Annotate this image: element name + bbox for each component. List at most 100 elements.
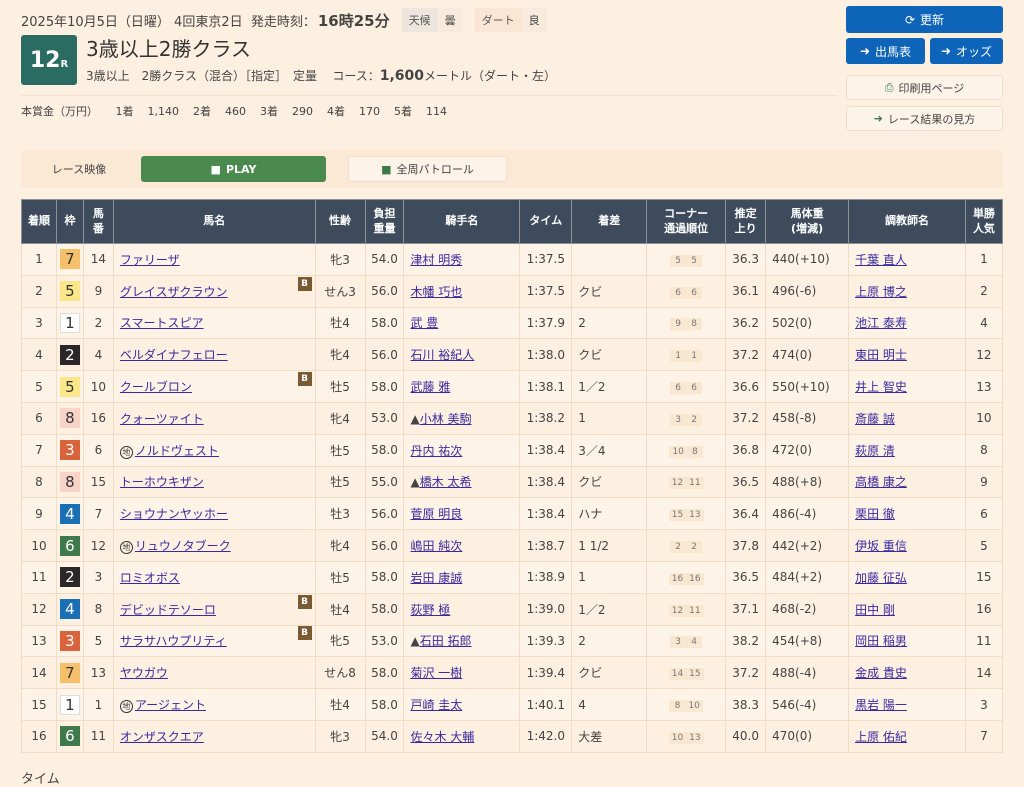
jockey-link[interactable]: 丹内 祐次 <box>410 444 462 458</box>
odds-label: オッズ <box>956 44 993 59</box>
jockey-link[interactable]: 荻野 極 <box>410 603 450 617</box>
jockey-link[interactable]: 津村 明秀 <box>410 253 462 267</box>
horse-name-cell: スマートスピア <box>112 306 316 340</box>
trainer-link[interactable]: 上原 博之 <box>855 285 907 299</box>
sex-age: せん8 <box>314 656 366 690</box>
trainer-link[interactable]: 萩原 清 <box>855 444 895 458</box>
trainer-link[interactable]: 加藤 征弘 <box>855 571 907 585</box>
trainer-cell: 金成 貴史 <box>848 656 966 690</box>
horse-name-link[interactable]: ノルドヴェスト <box>135 444 219 458</box>
horse-name-link[interactable]: スマートスピア <box>120 316 204 330</box>
odds-button[interactable]: ➜ オッズ <box>930 38 1003 64</box>
horse-name-link[interactable]: リュウノタブーク <box>135 539 231 553</box>
jockey-link[interactable]: 菊沢 一樹 <box>410 666 462 680</box>
margin: 1／2 <box>571 592 648 626</box>
column-header-label: 性齢 <box>329 214 352 228</box>
jockey-link[interactable]: 佐々木 大輔 <box>410 730 474 744</box>
horse-name-link[interactable]: アージェント <box>135 698 206 712</box>
trainer-link[interactable]: 千葉 直人 <box>855 253 907 267</box>
waku-badge: 2 <box>59 567 80 588</box>
body-weight: 474(0) <box>765 338 850 372</box>
blinker-badge: B <box>297 276 312 291</box>
trainer-link[interactable]: 東田 明士 <box>855 348 907 362</box>
horse-name-link[interactable]: ロミオボス <box>120 571 180 585</box>
weight-carried: 58.0 <box>364 370 405 403</box>
printer-icon: ⎙ <box>884 80 894 94</box>
last-3f: 38.3 <box>725 688 767 721</box>
body-weight: 502(0) <box>765 306 850 340</box>
patrol-button[interactable]: ■ 全周パトロール <box>348 156 507 182</box>
waku-cell: 1 <box>55 306 84 340</box>
corner-position: 2 <box>686 541 703 554</box>
refresh-button[interactable]: ⟳ 更新 <box>846 6 1003 33</box>
horse-name-link[interactable]: ショウナンヤッホー <box>120 507 228 521</box>
horse-name-link[interactable]: ファリーザ <box>120 253 180 267</box>
weight-carried: 58.0 <box>364 560 405 594</box>
trainer-link[interactable]: 岡田 稲男 <box>855 634 907 648</box>
horse-name-link[interactable]: グレイスザクラウン <box>120 285 228 299</box>
waku-badge: 3 <box>59 630 80 651</box>
play-button[interactable]: ■ PLAY <box>141 156 326 182</box>
trainer-cell: 栗田 徹 <box>848 497 966 531</box>
jockey-cell: ▲橋木 太希 <box>403 465 521 499</box>
jockey-link[interactable]: 石田 拓郎 <box>420 634 472 648</box>
horse-name-cell: 地ノルドヴェスト <box>112 433 316 467</box>
corner-positions: 66 <box>646 370 727 403</box>
horse-name-cell: ベルダイナフェロー <box>112 338 316 372</box>
trainer-link[interactable]: 池江 泰寿 <box>855 316 907 330</box>
start-label: 発走時刻： <box>250 14 316 30</box>
jockey-link[interactable]: 木幡 巧也 <box>410 285 462 299</box>
horse-name-link[interactable]: クォーツァイト <box>120 412 204 426</box>
sex-age: せん3 <box>314 274 366 308</box>
howto-button[interactable]: ➜ レース結果の見方 <box>846 106 1003 131</box>
local-horse-icon: 地 <box>119 445 133 459</box>
trainer-link[interactable]: 井上 智史 <box>855 380 907 394</box>
race-number-badge: 12 R <box>21 35 77 85</box>
trainer-link[interactable]: 栗田 徹 <box>855 507 895 521</box>
jockey-link[interactable]: 石川 裕紀人 <box>410 348 474 362</box>
horse-name-link[interactable]: オンザスクエア <box>120 730 204 744</box>
jockey-link[interactable]: 嶋田 純次 <box>410 539 462 553</box>
jockey-link[interactable]: 岩田 康誠 <box>410 571 462 585</box>
corner-positions: 10 8 <box>646 433 727 467</box>
horse-name-link[interactable]: デビッドテソーロ <box>120 603 216 617</box>
sex-age: 牡5 <box>314 560 366 594</box>
prize-place: 3着 <box>260 105 278 118</box>
trainer-cell: 加藤 征弘 <box>848 560 966 594</box>
margin <box>571 243 648 276</box>
trainer-link[interactable]: 高橋 康之 <box>855 475 907 489</box>
trainer-link[interactable]: 上原 佑紀 <box>855 730 907 744</box>
horse-name-link[interactable]: クールブロン <box>120 380 192 394</box>
print-button[interactable]: ⎙ 印刷用ページ <box>846 75 1003 100</box>
horse-name-link[interactable]: ヤウガウ <box>120 666 168 680</box>
corner-position: 2 <box>670 541 687 554</box>
horse-name-link[interactable]: ベルダイナフェロー <box>120 348 228 362</box>
corner-position: 10 <box>685 700 703 713</box>
trainer-link[interactable]: 金成 貴史 <box>855 666 907 680</box>
last-3f: 40.0 <box>725 719 767 753</box>
trainer-link[interactable]: 斎藤 誠 <box>855 412 895 426</box>
jockey-link[interactable]: 小林 美駒 <box>420 412 472 426</box>
jockey-link[interactable]: 戸崎 圭太 <box>410 698 462 712</box>
jockey-link[interactable]: 武藤 雅 <box>410 380 450 394</box>
waku-cell: 7 <box>55 243 84 276</box>
trainer-link[interactable]: 伊坂 重信 <box>855 539 907 553</box>
horse-name-link[interactable]: サラサハウプリティ <box>120 634 227 648</box>
waku-badge: 8 <box>59 408 80 429</box>
finish-position: 13 <box>21 624 57 658</box>
jockey-link[interactable]: 武 豊 <box>410 316 438 330</box>
margin: 1 <box>571 560 648 594</box>
trainer-link[interactable]: 田中 剛 <box>855 603 895 617</box>
table-row: 5 5 10 クールブロン B 牡5 58.0 武藤 雅 1:38.1 1／2 6 6 36.6 550(… <box>21 370 1004 403</box>
jockey-link[interactable]: 菅原 明良 <box>410 507 462 521</box>
trainer-link[interactable]: 黒岩 陽一 <box>855 698 907 712</box>
body-weight: 458(-8) <box>765 401 850 435</box>
popularity: 7 <box>964 719 1004 753</box>
entries-button[interactable]: ➜ 出馬表 <box>846 38 925 64</box>
jockey-link[interactable]: 橋木 太希 <box>420 475 472 489</box>
prize-label: 本賞金（万円） <box>21 105 98 118</box>
blinker-badge: B <box>297 626 312 641</box>
horse-name-cell: トーホウキザン <box>112 465 316 499</box>
table-row: 16 6 11 オンザスクエア 牝3 54.0 佐々木 大輔 1:42.0 大差 10 13 40.0… <box>21 719 1004 753</box>
horse-name-link[interactable]: トーホウキザン <box>120 475 204 489</box>
